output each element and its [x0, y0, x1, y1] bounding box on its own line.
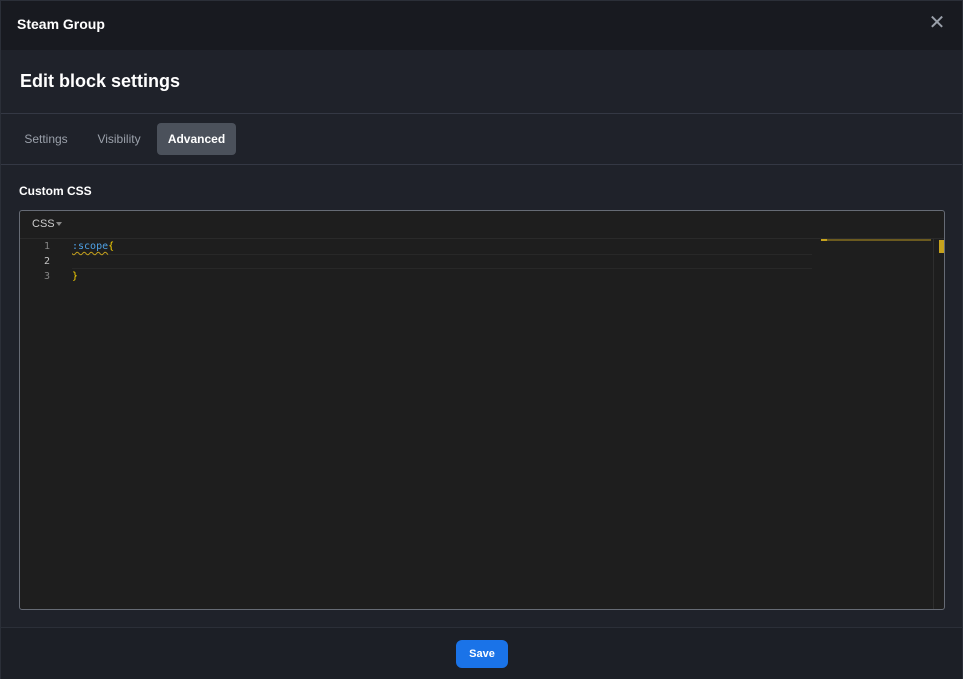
edit-block-modal: Steam Group ✕ Edit block settings Settin… [0, 0, 963, 679]
line-number: 1 [43, 241, 50, 252]
close-icon[interactable]: ✕ [927, 13, 947, 33]
code-brace: } [72, 271, 79, 282]
window-title: Steam Group [17, 16, 105, 32]
code-selector: :scope [72, 241, 109, 252]
language-select-label: CSS [32, 218, 55, 230]
minimap-highlight [821, 239, 827, 241]
modal-topbar: Steam Group ✕ [1, 1, 962, 50]
tab-bar: Settings Visibility Advanced [1, 114, 962, 165]
modal-footer: Save [1, 627, 962, 679]
editor-scrollbar[interactable] [933, 239, 944, 609]
language-select[interactable]: CSS [32, 218, 62, 230]
code-line[interactable]: } [72, 269, 812, 284]
code-line-current[interactable] [72, 254, 812, 269]
warning-marker [939, 240, 944, 253]
code-brace: { [108, 241, 115, 252]
line-number: 2 [43, 256, 50, 267]
save-button[interactable]: Save [456, 640, 508, 668]
line-number: 3 [43, 271, 50, 282]
css-code-editor[interactable]: CSS 1 2 3 :scope{ } [19, 210, 945, 610]
chevron-down-icon [55, 222, 62, 227]
page-title: Edit block settings [20, 71, 181, 91]
minimap[interactable] [821, 239, 931, 241]
modal-header: Edit block settings [1, 50, 962, 114]
code-area[interactable]: :scope{ } [72, 239, 812, 284]
tab-visibility[interactable]: Visibility [89, 123, 149, 155]
tab-settings[interactable]: Settings [17, 123, 75, 155]
custom-css-label: Custom CSS [19, 184, 92, 198]
line-number-gutter: 1 2 3 [20, 239, 58, 284]
tab-advanced[interactable]: Advanced [157, 123, 236, 155]
code-line[interactable]: :scope{ [72, 239, 812, 254]
